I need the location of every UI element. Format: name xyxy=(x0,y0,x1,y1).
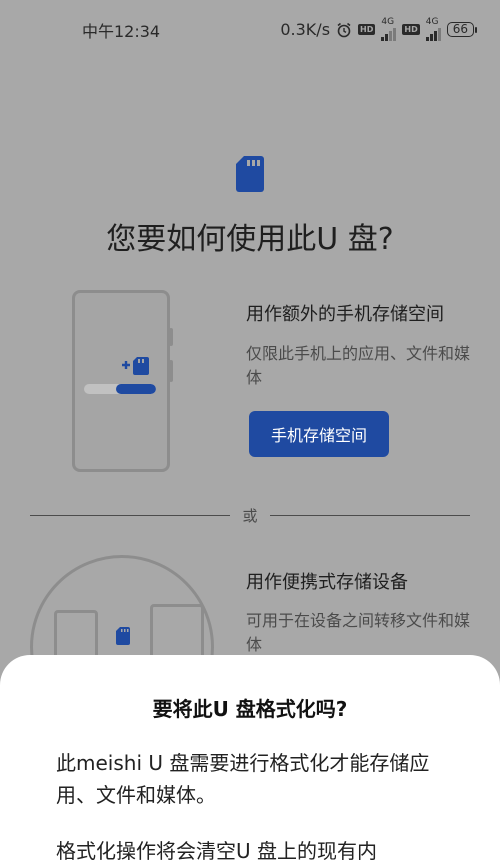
sd-card-icon xyxy=(236,156,264,192)
internal-storage-button[interactable]: 手机存储空间 xyxy=(249,411,389,457)
dialog-warning: 格式化操作将会清空U 盘上的现有内 xyxy=(56,839,377,863)
storage-progress-fill xyxy=(116,384,156,394)
option-portable-title: 用作便携式存储设备 xyxy=(246,572,408,593)
hd-badge-2: HD xyxy=(402,24,420,35)
phone-illustration xyxy=(72,290,170,472)
dialog-title: 要将此U 盘格式化吗? xyxy=(152,697,348,721)
signal-icon-1: 4G xyxy=(381,17,397,41)
net-type-2: 4G xyxy=(425,17,439,27)
add-card-icon xyxy=(122,357,149,375)
option-internal-title: 用作额外的手机存储空间 xyxy=(246,304,444,325)
hd-badge-1: HD xyxy=(358,24,376,35)
phone-side-button xyxy=(169,328,173,346)
signal-icon-2: 4G xyxy=(425,17,441,41)
net-speed: 0.3K/s xyxy=(280,20,331,39)
divider-line-right xyxy=(270,515,470,516)
option-internal-description: 仅限此手机上的应用、文件和媒体 xyxy=(246,344,471,387)
page-title: 您要如何使用此U 盘? xyxy=(106,222,394,257)
phone-side-button xyxy=(169,360,173,382)
format-dialog: 要将此U 盘格式化吗? 此meishi U 盘需要进行格式化才能存储应用、文件和… xyxy=(0,655,500,866)
status-time: 中午12:34 xyxy=(82,22,161,41)
status-bar: 中午12:34 0.3K/s HD 4G HD 4G 66 xyxy=(0,0,500,58)
status-icons: 0.3K/s HD 4G HD 4G 66 xyxy=(280,17,478,41)
option-portable-description: 可用于在设备之间转移文件和媒体 xyxy=(246,611,471,654)
storage-progress-bar xyxy=(84,384,156,394)
battery-icon: 66 xyxy=(446,22,478,37)
net-type-1: 4G xyxy=(381,17,395,27)
dialog-message: 此meishi U 盘需要进行格式化才能存储应用、文件和媒体。 xyxy=(56,751,430,807)
alarm-clock-icon xyxy=(337,22,351,37)
sd-card-icon xyxy=(116,627,130,645)
